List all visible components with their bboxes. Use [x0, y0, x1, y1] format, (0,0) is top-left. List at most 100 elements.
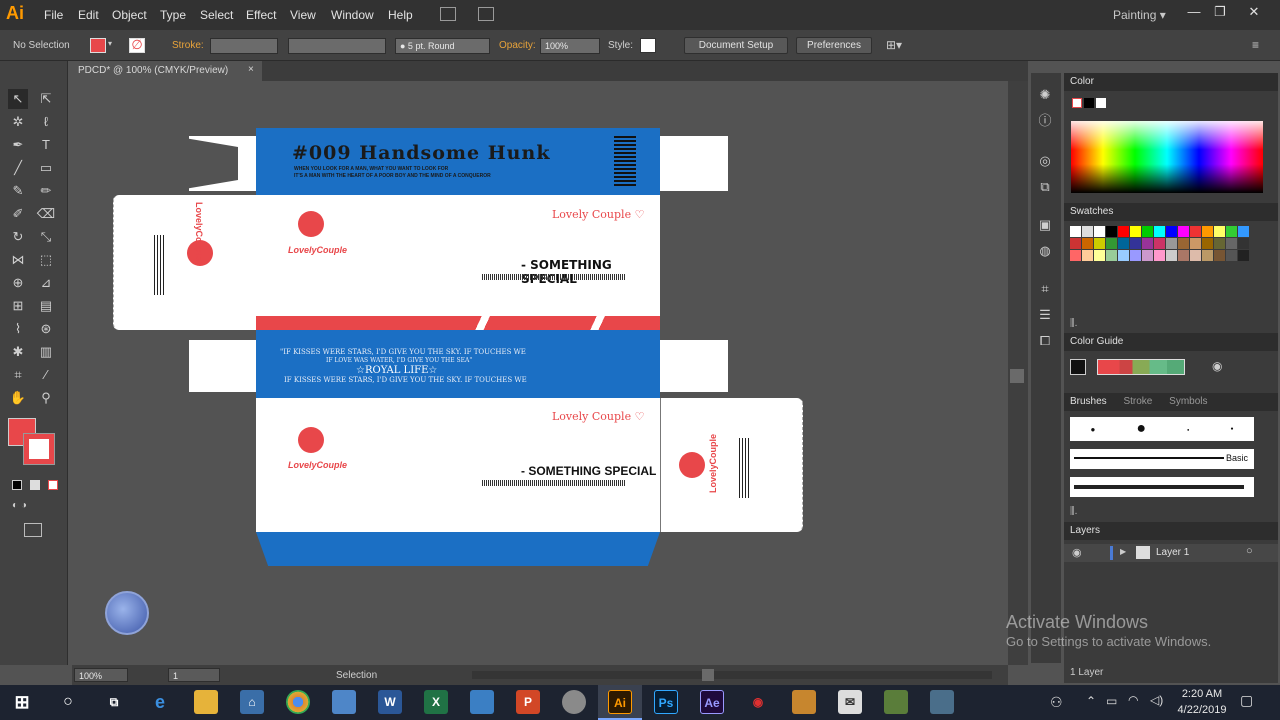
pencil-tool-icon[interactable]: ✏: [36, 181, 56, 201]
basic-brush-row[interactable]: Basic: [1070, 449, 1254, 469]
swatch-cell[interactable]: [1118, 250, 1129, 261]
file-explorer-icon[interactable]: [194, 690, 218, 714]
chevron-down-icon[interactable]: ▾: [108, 39, 112, 48]
brush-small-icon[interactable]: ●: [1091, 425, 1096, 434]
edge-icon[interactable]: e: [148, 690, 172, 714]
after-effects-icon[interactable]: Ae: [700, 690, 724, 714]
vertical-scroll-thumb[interactable]: [1010, 369, 1024, 383]
horizontal-scrollbar[interactable]: [472, 669, 992, 681]
swatch-cell[interactable]: [1154, 238, 1165, 249]
minimize-icon[interactable]: —: [1184, 4, 1204, 22]
zoom-tool-icon[interactable]: ⚲: [36, 388, 56, 408]
people-icon[interactable]: ⚇: [1050, 694, 1063, 711]
clock-time[interactable]: 2:20 AM: [1180, 688, 1224, 700]
base-color-swatch[interactable]: [1070, 359, 1086, 375]
swatch-cell[interactable]: [1166, 238, 1177, 249]
mesh-tool-icon[interactable]: ⊞: [8, 296, 28, 316]
black-color-icon[interactable]: [1084, 98, 1094, 108]
color-panel-title[interactable]: Color: [1064, 73, 1278, 91]
brush-preview-row[interactable]: ● ● ● ●: [1070, 417, 1254, 441]
screen-magnifier-icon[interactable]: [105, 591, 149, 635]
paintbrush-tool-icon[interactable]: ✎: [8, 181, 28, 201]
symbol-sprayer-tool-icon[interactable]: ✱: [8, 342, 28, 362]
chrome-icon[interactable]: [286, 690, 310, 714]
shape-builder-tool-icon[interactable]: ⊕: [8, 273, 28, 293]
menu-object[interactable]: Object: [112, 8, 147, 22]
scale-tool-icon[interactable]: ⤡: [36, 227, 56, 247]
app-launcher-icon[interactable]: [332, 690, 356, 714]
pathfinder-icon[interactable]: ⧠: [1035, 331, 1055, 351]
none-color-icon[interactable]: [1072, 98, 1082, 108]
gradient-tool-icon[interactable]: ▤: [36, 296, 56, 316]
navigator-icon[interactable]: ◎: [1035, 151, 1055, 171]
clock-date[interactable]: 4/22/2019: [1172, 704, 1232, 716]
swatch-cell[interactable]: [1130, 226, 1141, 237]
charcoal-brush-row[interactable]: [1070, 477, 1254, 497]
variable-width-profile[interactable]: [288, 38, 386, 54]
swatch-library-icon[interactable]: ⫼.: [1070, 318, 1077, 329]
slice-tool-icon[interactable]: ⁄: [36, 365, 56, 385]
magic-wand-tool-icon[interactable]: ✲: [8, 112, 28, 132]
menu-view[interactable]: View: [290, 8, 316, 22]
screen-mode-icon[interactable]: [24, 523, 42, 537]
swatch-cell[interactable]: [1238, 250, 1249, 261]
layers-panel-title[interactable]: Layers: [1064, 522, 1278, 540]
brush-large-icon[interactable]: ●: [1136, 420, 1146, 438]
menu-file[interactable]: File: [44, 8, 63, 22]
battery-icon[interactable]: ▭: [1106, 694, 1117, 708]
perspective-grid-tool-icon[interactable]: ⊿: [36, 273, 56, 293]
direct-selection-tool-icon[interactable]: ⇱: [36, 89, 56, 109]
swatch-cell[interactable]: [1154, 226, 1165, 237]
brush-library-icon[interactable]: ⫼.: [1070, 506, 1077, 517]
swatch-cell[interactable]: [1118, 238, 1129, 249]
swatch-cell[interactable]: [1190, 250, 1201, 261]
photoshop-icon[interactable]: Ps: [654, 690, 678, 714]
swatch-cell[interactable]: [1166, 250, 1177, 261]
swatch-cell[interactable]: [1130, 250, 1141, 261]
swatch-cell[interactable]: [1070, 238, 1081, 249]
align-panel-icon[interactable]: ☰: [1035, 305, 1055, 325]
align-icon[interactable]: ⊞▾: [886, 38, 902, 52]
edit-colors-icon[interactable]: ◉: [1212, 359, 1222, 373]
swatch-cell[interactable]: [1142, 226, 1153, 237]
white-color-icon[interactable]: [1096, 98, 1106, 108]
color-guide-panel-title[interactable]: Color Guide: [1064, 333, 1278, 351]
utility-app-icon[interactable]: [884, 690, 908, 714]
swatch-grid[interactable]: [1070, 226, 1254, 261]
pen-tool-icon[interactable]: ✒: [8, 135, 28, 155]
bridge-icon[interactable]: [440, 7, 456, 21]
swatch-cell[interactable]: [1154, 250, 1165, 261]
stroke-swatch[interactable]: ∅: [129, 38, 145, 53]
swatch-cell[interactable]: [1202, 226, 1213, 237]
zoom-dropdown[interactable]: 100%: [74, 668, 128, 682]
eraser-tool-icon[interactable]: ⌫: [36, 204, 56, 224]
word-icon[interactable]: W: [378, 690, 402, 714]
preferences-button[interactable]: Preferences: [796, 37, 872, 54]
artboard-tool-icon[interactable]: ⌗: [8, 365, 28, 385]
swatch-cell[interactable]: [1082, 250, 1093, 261]
task-view-icon[interactable]: ⧉: [102, 690, 126, 714]
transform-icon[interactable]: ⧉: [1035, 177, 1055, 197]
swatch-cell[interactable]: [1214, 226, 1225, 237]
swatch-cell[interactable]: [1082, 226, 1093, 237]
swatch-cell[interactable]: [1190, 226, 1201, 237]
swatch-cell[interactable]: [1226, 250, 1237, 261]
artboard-canvas[interactable]: #009 Handsome Hunk WHEN YOU LOOK FOR A M…: [72, 81, 1008, 665]
show-hidden-icons[interactable]: ⌃: [1086, 694, 1096, 708]
brush-tiny-icon[interactable]: ●: [1187, 427, 1189, 432]
swatch-cell[interactable]: [1178, 226, 1189, 237]
width-tool-icon[interactable]: ⋈: [8, 250, 28, 270]
swatch-cell[interactable]: [1202, 250, 1213, 261]
line-tool-icon[interactable]: ╱: [8, 158, 28, 178]
photos-icon[interactable]: [470, 690, 494, 714]
swatch-cell[interactable]: [1094, 226, 1105, 237]
selection-tool-icon[interactable]: ↖: [8, 89, 28, 109]
network-tool-icon[interactable]: [930, 690, 954, 714]
windows-start-icon[interactable]: ⊞: [10, 690, 34, 714]
brush-fine-icon[interactable]: ●: [1230, 426, 1233, 432]
action-center-icon[interactable]: ▢: [1240, 692, 1253, 709]
stroke-color-box[interactable]: [23, 433, 55, 465]
workspace-switcher[interactable]: Painting ▾: [1113, 8, 1166, 22]
swatch-cell[interactable]: [1238, 226, 1249, 237]
free-transform-tool-icon[interactable]: ⬚: [36, 250, 56, 270]
